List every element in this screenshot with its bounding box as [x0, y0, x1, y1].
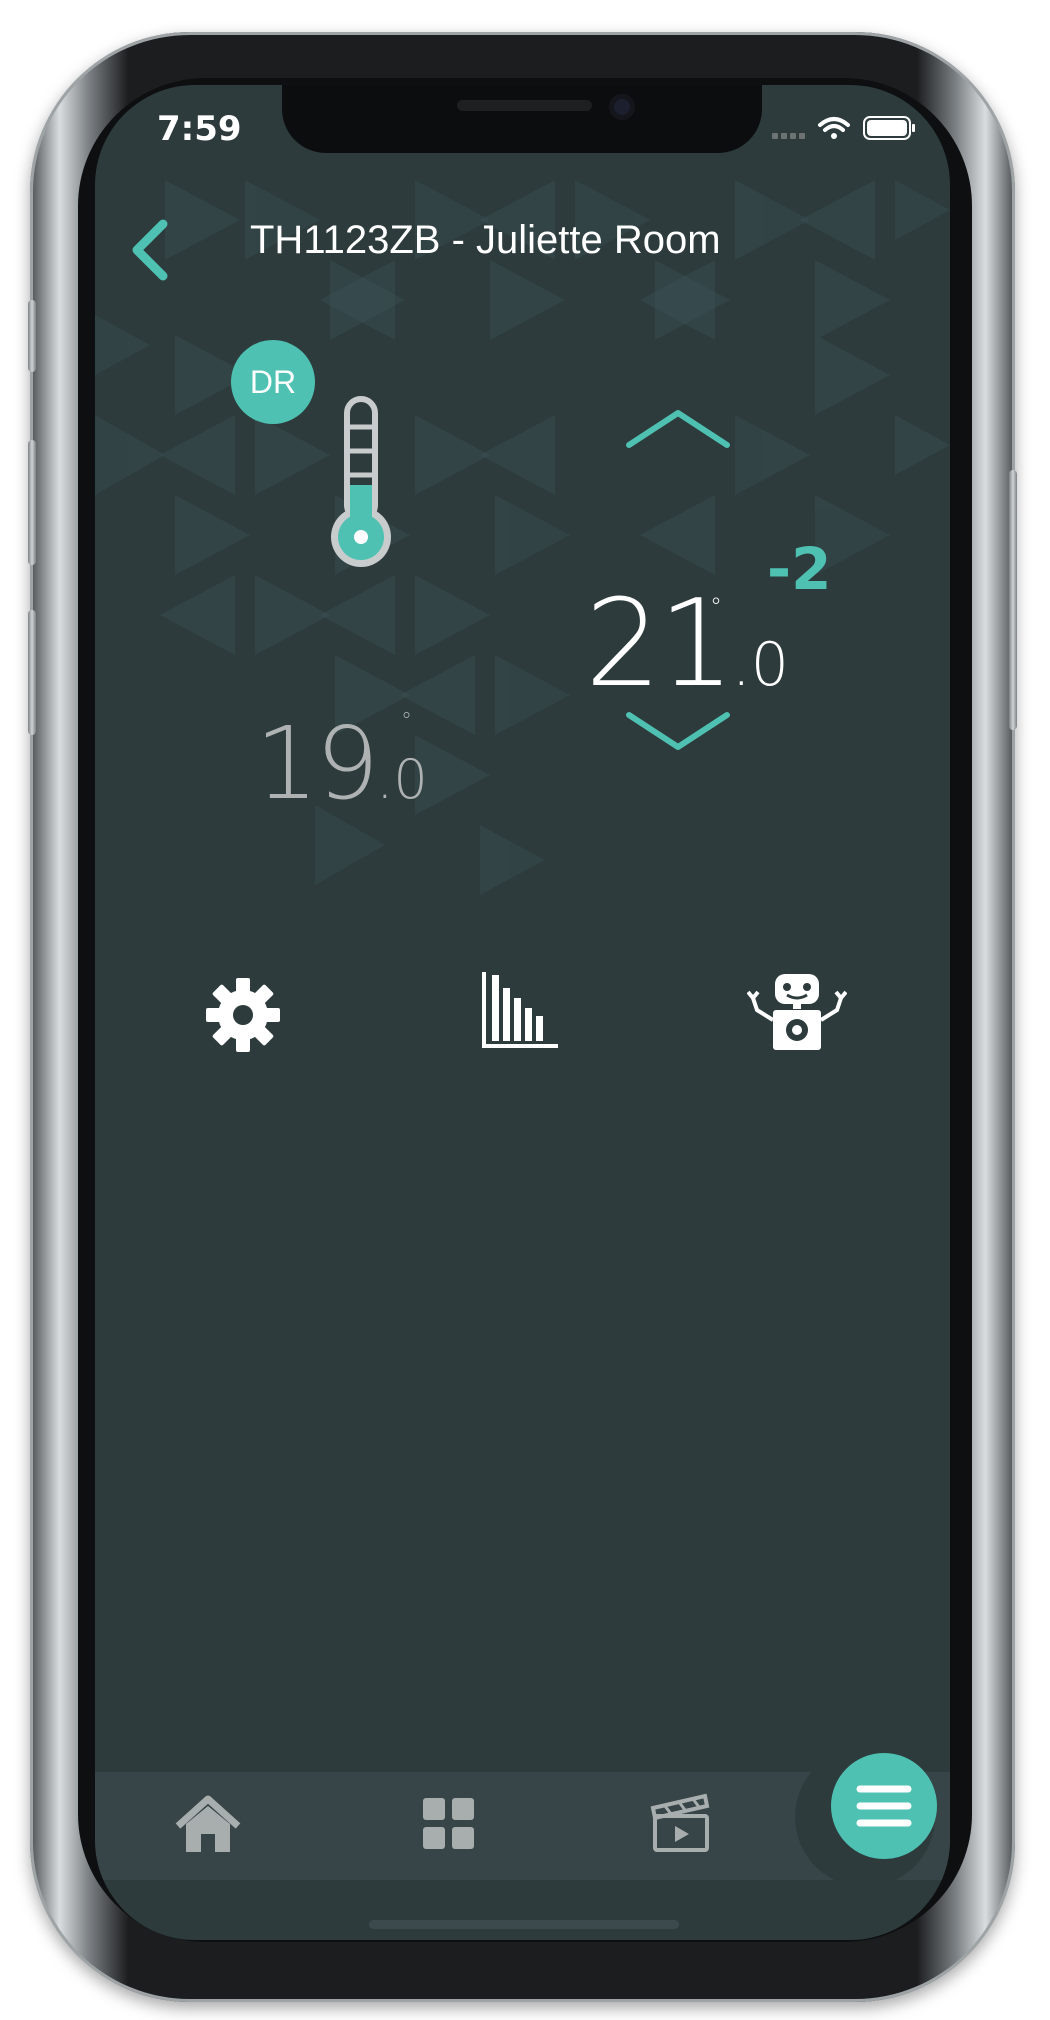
nav-scenes[interactable] [649, 1790, 713, 1858]
clapperboard-icon [650, 1793, 710, 1852]
nav-dashboard[interactable] [421, 1796, 477, 1856]
current-temp-decimal: .0 [376, 748, 428, 811]
automation-button[interactable] [746, 970, 848, 1056]
setpoint-temperature: 21.0 ° [585, 575, 789, 714]
setpoint-degree: ° [710, 593, 722, 621]
increase-button[interactable] [623, 405, 733, 455]
menu-button[interactable] [831, 1753, 937, 1859]
speaker-grille [457, 100, 592, 111]
robot-icon [746, 974, 848, 1050]
current-temperature: 19.0 ° [255, 705, 428, 822]
page-title: TH1123ZB - Juliette Room [250, 218, 721, 262]
phone-side-button [1009, 470, 1017, 730]
status-time: 7:59 [157, 109, 242, 149]
status-icons [772, 116, 915, 140]
current-temp-integer: 19 [255, 705, 379, 822]
notch [282, 85, 762, 153]
nav-home[interactable] [173, 1794, 243, 1860]
gear-icon [206, 978, 280, 1052]
current-temp-degree: ° [401, 709, 412, 734]
phone-side-button [28, 610, 36, 735]
decrease-button[interactable] [623, 705, 733, 755]
battery-icon [863, 116, 915, 140]
menu-icon [856, 1785, 912, 1827]
back-button[interactable] [115, 210, 185, 290]
home-indicator[interactable] [369, 1920, 679, 1929]
setpoint-offset: -2 [767, 535, 832, 603]
thermometer-icon [331, 396, 391, 567]
statistics-button[interactable] [480, 970, 560, 1054]
settings-button[interactable] [203, 975, 283, 1059]
phone-side-button [28, 300, 36, 372]
signal-dots-icon [772, 133, 805, 139]
wifi-icon [818, 117, 850, 139]
phone-side-button [28, 440, 36, 565]
home-icon [175, 1795, 241, 1852]
grid-icon [423, 1798, 474, 1849]
bar-chart-icon [482, 972, 558, 1048]
setpoint-decimal: .0 [731, 630, 789, 700]
front-camera [609, 94, 635, 120]
screen: 7:59 TH1123ZB - Juliette Room DR 19.0 ° … [95, 85, 950, 1940]
chevron-left-icon [132, 219, 168, 281]
mode-badge[interactable]: DR [231, 340, 315, 424]
